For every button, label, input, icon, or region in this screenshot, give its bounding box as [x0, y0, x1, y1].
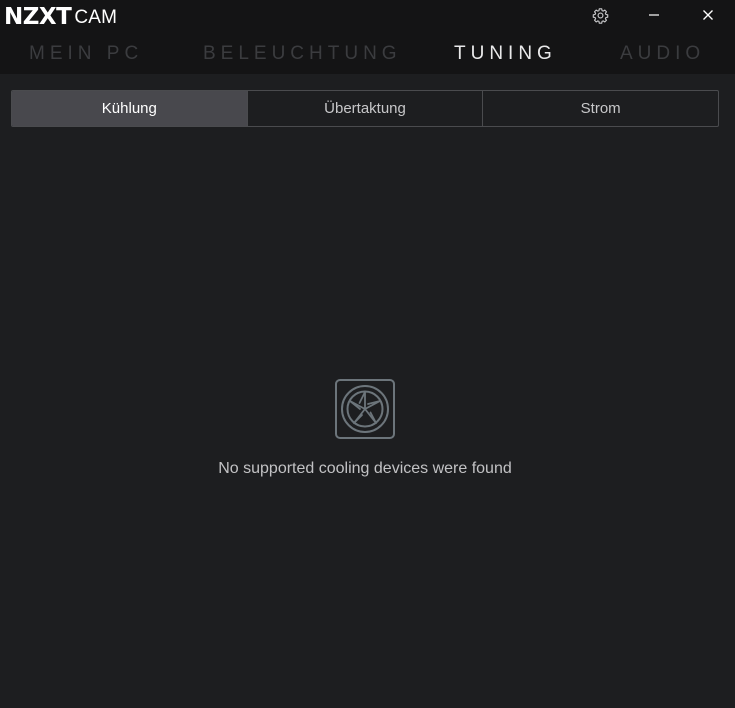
gear-icon: [592, 7, 608, 24]
empty-state-message: No supported cooling devices were found: [218, 460, 512, 477]
nav-item-beleuchtung[interactable]: BELEUCHTUNG: [203, 41, 402, 67]
main-navigation: MEIN PC BELEUCHTUNG TUNING AUDIO: [0, 32, 735, 74]
minimize-button[interactable]: [634, 0, 674, 30]
app-window: NZXT CAM MEIN PC BELEUCHTUNG TUNING AUDI…: [0, 0, 735, 708]
nav-item-tuning[interactable]: TUNING: [454, 41, 557, 67]
tuning-tabs: Kühlung Übertaktung Strom: [11, 90, 719, 127]
close-button[interactable]: [688, 0, 728, 30]
tab-strom[interactable]: Strom: [482, 91, 718, 126]
logo-product: CAM: [74, 7, 118, 28]
title-bar: NZXT CAM: [0, 0, 735, 32]
tab-kuehlung[interactable]: Kühlung: [12, 91, 247, 126]
nav-item-mein-pc[interactable]: MEIN PC: [29, 41, 143, 67]
app-logo: NZXT CAM: [4, 3, 117, 29]
nav-item-audio[interactable]: AUDIO: [620, 41, 705, 67]
settings-button[interactable]: [580, 0, 620, 30]
fan-icon: [335, 379, 395, 439]
close-icon: [703, 10, 713, 20]
tab-uebertaktung[interactable]: Übertaktung: [246, 91, 483, 126]
logo-brand: NZXT: [4, 4, 72, 30]
minimize-icon: [649, 14, 659, 16]
